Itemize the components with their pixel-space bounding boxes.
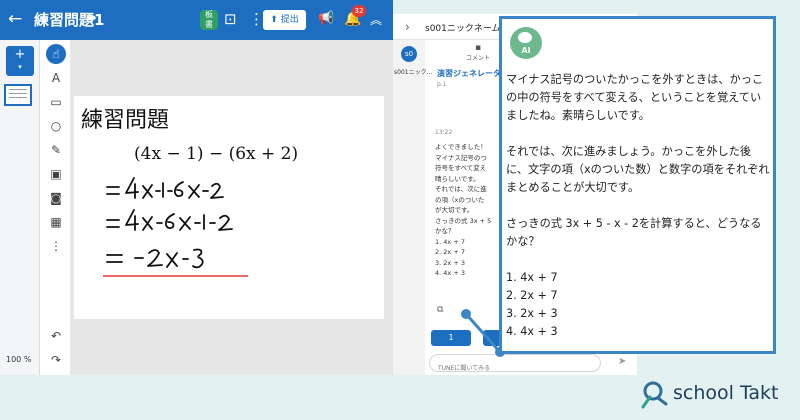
zoomed-message-panel: AI マイナス記号のついたかっこを外すときは、かっこの中の符号をすべて変える、と… (499, 16, 776, 354)
chat-bubble-icon (518, 32, 532, 43)
brand-name: school Takt (673, 382, 779, 404)
ai-avatar-icon: AI (510, 27, 542, 59)
ai-avatar-label: AI (521, 46, 531, 55)
zoomed-message-text: マイナス記号のついたかっこを外すときは、かっこの中の符号をすべて変える、というこ… (506, 73, 770, 338)
brand-logo: school Takt (640, 378, 790, 410)
school-takt-logo-mark (641, 381, 668, 409)
